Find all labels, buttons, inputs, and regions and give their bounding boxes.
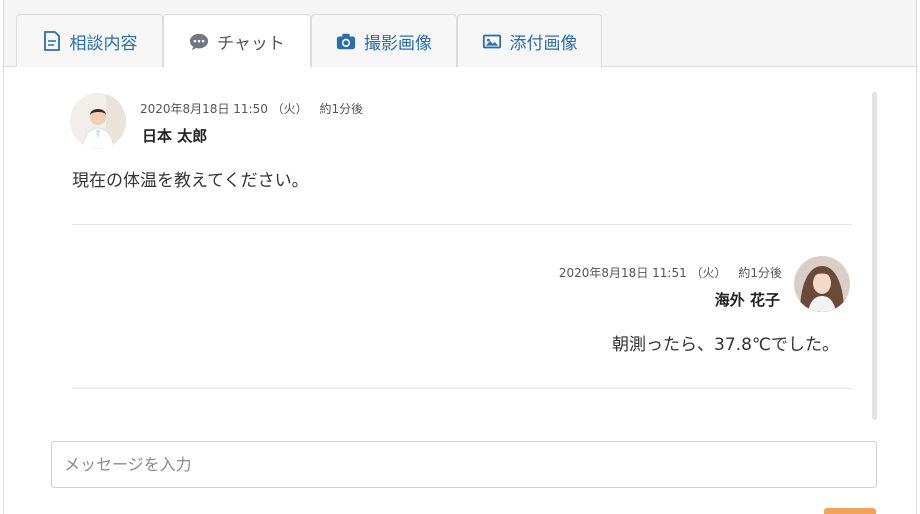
chat-panel: 相談内容 チャット 撮影画像 添付画像 2020年8月18日 11:50 （火）…: [3, 0, 917, 514]
message-divider: [72, 388, 852, 389]
scrollbar[interactable]: [872, 92, 877, 420]
tab-bar: 相談内容 チャット 撮影画像 添付画像: [4, 0, 916, 68]
tab-label: 撮影画像: [364, 33, 432, 54]
message-input[interactable]: [51, 441, 877, 488]
message-relative-time: 約1分後: [319, 102, 364, 116]
message-relative-time: 約1分後: [738, 266, 782, 280]
tab-captured-images[interactable]: 撮影画像: [311, 14, 457, 67]
tab-attached-images[interactable]: 添付画像: [457, 14, 602, 67]
image-icon: [482, 31, 502, 51]
message-text: 現在の体温を教えてください。: [72, 171, 309, 191]
message-timestamp: 2020年8月18日 11:50 （火）: [140, 102, 308, 116]
message-divider: [72, 224, 852, 225]
tab-chat[interactable]: チャット: [163, 14, 311, 68]
sender-name: 日本 太郎: [142, 127, 208, 145]
tab-label: 相談内容: [69, 33, 138, 54]
sender-name: 海外 花子: [714, 291, 780, 309]
chat-bubble-icon: [189, 32, 209, 52]
message-meta: 2020年8月18日 11:51 （火） 約1分後: [559, 264, 782, 281]
avatar-patient: [794, 256, 850, 312]
message-meta: 2020年8月18日 11:50 （火） 約1分後: [140, 100, 363, 117]
document-icon: [42, 31, 62, 51]
send-button[interactable]: [824, 508, 876, 514]
tab-consultation[interactable]: 相談内容: [16, 14, 163, 67]
camera-icon: [336, 31, 356, 51]
message-text: 朝測ったら、37.8℃でした。: [612, 335, 839, 355]
tab-label: チャット: [217, 34, 285, 54]
avatar-doctor: [70, 93, 126, 149]
tab-label: 添付画像: [509, 33, 578, 54]
message-timestamp: 2020年8月18日 11:51 （火）: [558, 266, 727, 280]
